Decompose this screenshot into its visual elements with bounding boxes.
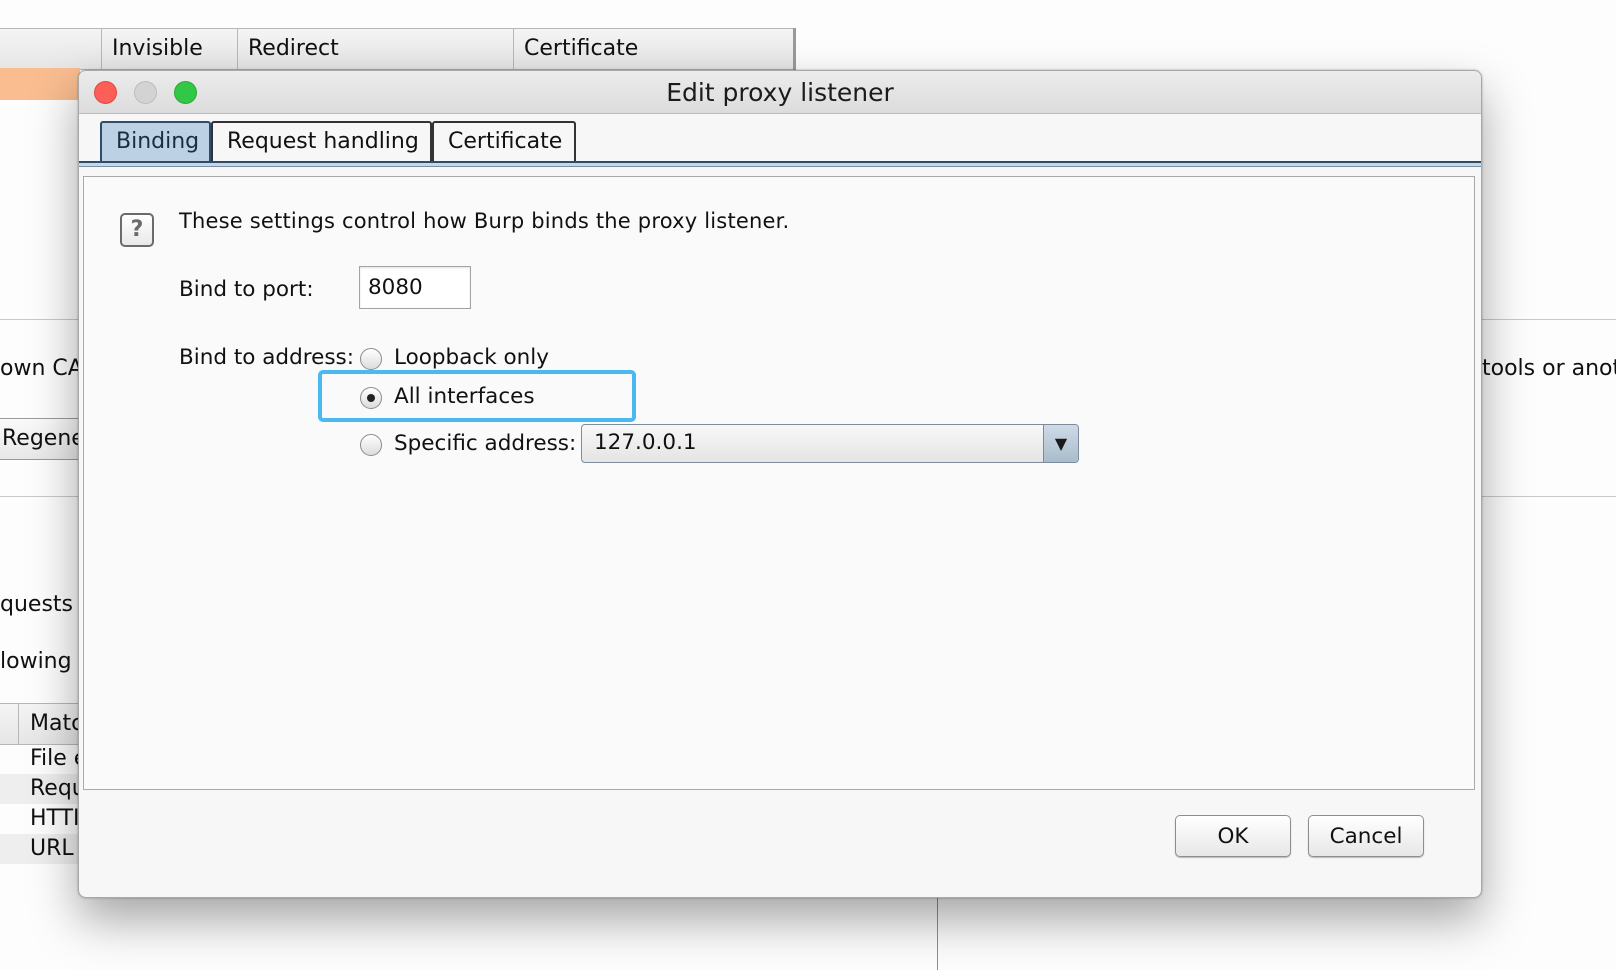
table-row[interactable]: URL bbox=[0, 834, 80, 864]
bind-port-input[interactable] bbox=[359, 266, 471, 309]
section-divider bbox=[0, 319, 80, 320]
panel-divider bbox=[937, 896, 938, 970]
tab-binding[interactable]: Binding bbox=[100, 121, 211, 161]
question-mark-icon[interactable]: ? bbox=[120, 213, 154, 247]
cancel-button[interactable]: Cancel bbox=[1308, 815, 1424, 857]
ok-button[interactable]: OK bbox=[1175, 815, 1291, 857]
chevron-down-icon[interactable]: ▼ bbox=[1043, 425, 1078, 462]
column-divider bbox=[793, 28, 796, 70]
binding-settings-panel: ? These settings control how Burp binds … bbox=[83, 176, 1475, 790]
background-text: lowing bbox=[0, 649, 72, 674]
specific-address-select[interactable]: 127.0.0.1 ▼ bbox=[581, 424, 1079, 463]
all-interfaces-label[interactable]: All interfaces bbox=[394, 384, 535, 409]
regenerate-ca-button[interactable]: Regene bbox=[0, 418, 85, 460]
edit-proxy-listener-dialog: Edit proxy listener Binding Request hand… bbox=[78, 70, 1482, 898]
all-interfaces-radio[interactable] bbox=[360, 387, 382, 409]
loopback-only-label[interactable]: Loopback only bbox=[394, 345, 549, 370]
background-text: own CA bbox=[0, 356, 83, 381]
section-divider bbox=[0, 496, 80, 497]
bind-port-label: Bind to port: bbox=[179, 277, 314, 302]
section-divider bbox=[1480, 496, 1616, 497]
loopback-only-radio[interactable] bbox=[360, 348, 382, 370]
binding-description: These settings control how Burp binds th… bbox=[179, 209, 790, 233]
tab-request-handling[interactable]: Request handling bbox=[211, 121, 432, 161]
specific-address-label[interactable]: Specific address: bbox=[394, 431, 576, 456]
selected-listener-row[interactable] bbox=[0, 68, 80, 100]
table-row[interactable]: HTTI bbox=[0, 804, 80, 834]
intercept-rules-table-header: Matc bbox=[0, 703, 83, 745]
bind-address-label: Bind to address: bbox=[179, 345, 354, 370]
tab-strip-underline bbox=[79, 161, 1481, 167]
specific-address-radio[interactable] bbox=[360, 434, 382, 456]
section-divider bbox=[1480, 319, 1616, 320]
column-header-match[interactable]: Matc bbox=[30, 711, 83, 736]
table-row[interactable]: Requ bbox=[0, 774, 86, 804]
dialog-title: Edit proxy listener bbox=[666, 78, 894, 107]
dialog-titlebar[interactable]: Edit proxy listener bbox=[79, 71, 1481, 114]
table-row[interactable]: File e bbox=[0, 744, 87, 774]
column-header-certificate[interactable]: Certificate bbox=[513, 29, 793, 69]
column-header-redirect[interactable]: Redirect bbox=[237, 29, 513, 69]
column-header-invisible[interactable]: Invisible bbox=[101, 29, 237, 69]
listener-table-header: Invisible Redirect Certificate bbox=[0, 28, 796, 70]
specific-address-value: 127.0.0.1 bbox=[594, 430, 697, 455]
background-text: tools or anot bbox=[1482, 356, 1616, 381]
tab-certificate[interactable]: Certificate bbox=[432, 121, 576, 161]
